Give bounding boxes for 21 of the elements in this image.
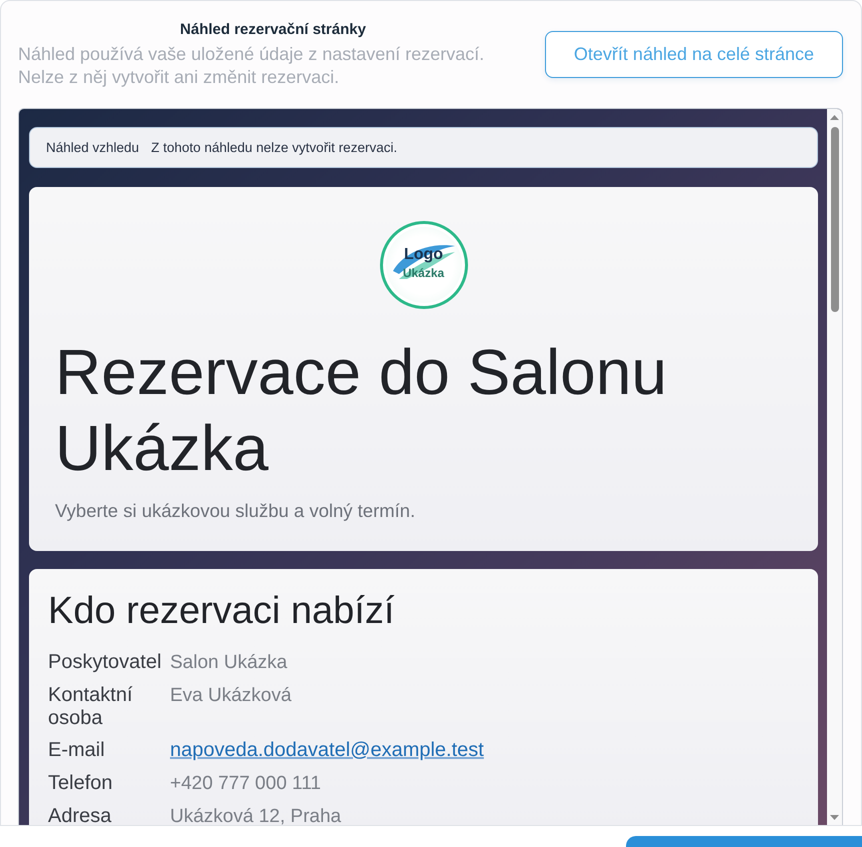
scroll-down-icon[interactable]	[830, 815, 839, 820]
scroll-up-icon[interactable]	[830, 115, 839, 120]
page-subtitle: Vyberte si ukázkovou službu a volný termín.	[55, 499, 416, 523]
section-heading: Kdo rezervaci nabízí	[48, 589, 396, 634]
notice-label: Náhled vzhledu	[46, 140, 140, 155]
detail-value: Salon Ukázka	[170, 652, 288, 673]
detail-label: Poskytovatel	[48, 651, 162, 675]
scrollbar-thumb[interactable]	[830, 127, 838, 312]
detail-value: Ukázková 12, Praha	[170, 806, 342, 825]
detail-label: Adresa	[48, 805, 112, 825]
detail-label: E-mail	[48, 739, 106, 763]
detail-value: Eva Ukázková	[170, 685, 292, 706]
email-link[interactable]: napoveda.dodavatel@example.test	[170, 739, 484, 761]
detail-label: Telefon	[48, 772, 114, 796]
detail-label: Kontaktní osoba	[48, 684, 134, 730]
page-heading: Rezervace do Salonu Ukázka	[55, 335, 668, 486]
dialog-title: Náhled rezervační stránky	[179, 21, 367, 39]
dialog-description: Náhled používá vaše uložené údaje z nastavení rezervací. Nelze z něj vytvořit ani změnit rezervaci.	[18, 43, 486, 89]
open-full-preview-button[interactable]: Otevřít náhled na celé stránce	[545, 31, 843, 78]
detail-value: +420 777 000 111	[170, 773, 321, 794]
notice-text: Z tohoto náhledu nelze vytvořit rezervaci.	[151, 140, 398, 155]
